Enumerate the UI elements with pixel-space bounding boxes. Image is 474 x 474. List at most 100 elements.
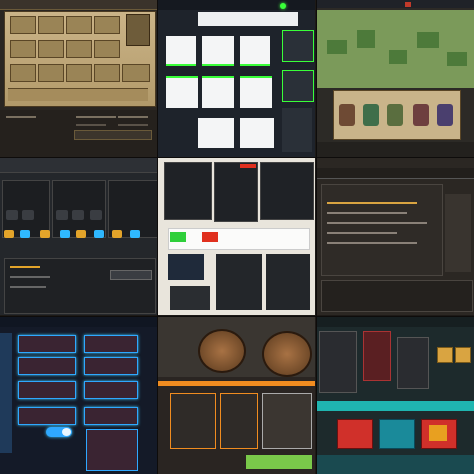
toggle-knob: [62, 428, 71, 436]
bottom-bar: [317, 142, 474, 157]
gold-slot[interactable]: [437, 347, 453, 363]
far-right-panel: [260, 162, 314, 220]
shop-card[interactable]: [337, 419, 373, 449]
shop-panel: [220, 393, 258, 449]
item-slot[interactable]: [66, 40, 92, 58]
gem-icon[interactable]: [130, 230, 140, 238]
character-slot[interactable]: [22, 210, 34, 220]
map-tile-forest: [447, 52, 467, 66]
mini-dark-card: [170, 286, 210, 310]
tile-cookie-shop: [158, 317, 315, 474]
parchment-footer-strip: [8, 88, 148, 101]
item-slot[interactable]: [94, 16, 120, 34]
item-slot[interactable]: [66, 64, 92, 82]
gem-icon[interactable]: [60, 230, 70, 238]
top-bar: [317, 0, 474, 8]
item-slot[interactable]: [94, 40, 120, 58]
character-portrait[interactable]: [413, 104, 429, 126]
status-indicator-icon[interactable]: [280, 3, 286, 9]
blue-table-panel: [168, 254, 204, 280]
tile-parchment-inventory: [0, 0, 157, 157]
item-slot[interactable]: [66, 16, 92, 34]
toggle-off-button[interactable]: [202, 232, 218, 242]
info-card[interactable]: [166, 76, 198, 108]
character-portrait[interactable]: [437, 104, 453, 126]
character-slot[interactable]: [6, 210, 18, 220]
teal-strip: [317, 401, 474, 411]
info-card[interactable]: [202, 36, 234, 66]
character-portrait[interactable]: [339, 104, 355, 126]
status-button[interactable]: [74, 130, 152, 140]
bottom-panel: [86, 429, 138, 471]
info-card[interactable]: [240, 118, 274, 148]
alert-icon[interactable]: [405, 2, 411, 7]
main-panel: [321, 184, 443, 276]
gem-icon[interactable]: [4, 230, 14, 238]
dark-list-panel: [266, 254, 310, 310]
cookie-icon[interactable]: [262, 331, 312, 377]
orange-bar: [158, 381, 315, 386]
left-dark-panel: [164, 162, 212, 220]
divider-vertical: [316, 0, 317, 474]
list-panel: [319, 331, 357, 393]
tile-dual-panels: [158, 158, 315, 315]
character-slot[interactable]: [72, 210, 84, 220]
item-slot-selected[interactable]: [126, 14, 150, 46]
tile-terminal-settings: [317, 158, 474, 315]
info-card[interactable]: [240, 36, 270, 66]
info-card[interactable]: [282, 70, 314, 102]
cookie-icon[interactable]: [198, 329, 246, 373]
shop-card[interactable]: [379, 419, 415, 449]
item-slot[interactable]: [94, 64, 120, 82]
setting-line: [327, 232, 397, 234]
shop-card-emblem: [429, 425, 447, 441]
item-slot[interactable]: [10, 40, 36, 58]
tile-map-roster: [317, 0, 474, 157]
gem-icon[interactable]: [112, 230, 122, 238]
gem-icon[interactable]: [40, 230, 50, 238]
green-highlight[interactable]: [246, 455, 312, 469]
menu-row[interactable]: [18, 335, 76, 353]
red-tab[interactable]: [240, 164, 256, 168]
info-card[interactable]: [240, 76, 272, 108]
character-portrait[interactable]: [363, 104, 379, 126]
menu-row[interactable]: [84, 357, 138, 375]
menu-row[interactable]: [18, 407, 76, 425]
info-card[interactable]: [202, 76, 234, 108]
menu-row[interactable]: [18, 357, 76, 375]
item-slot[interactable]: [10, 64, 36, 82]
left-rail: [0, 333, 12, 453]
right-dark-panel: [214, 162, 258, 222]
info-card[interactable]: [166, 36, 196, 66]
action-button[interactable]: [110, 270, 152, 280]
item-panel: [397, 337, 429, 389]
character-portrait[interactable]: [387, 104, 403, 126]
menu-row[interactable]: [84, 381, 138, 399]
info-card[interactable]: [198, 118, 234, 148]
item-slot[interactable]: [10, 16, 36, 34]
menu-row[interactable]: [84, 335, 138, 353]
gold-slot[interactable]: [455, 347, 471, 363]
toggle-on-button[interactable]: [170, 232, 186, 242]
gem-icon[interactable]: [76, 230, 86, 238]
map-tile-forest: [327, 40, 347, 54]
gem-icon[interactable]: [20, 230, 30, 238]
title-bar: [317, 168, 474, 179]
item-slot[interactable]: [122, 64, 150, 82]
shop-panel: [262, 393, 312, 449]
tile-neon-menu: [0, 317, 157, 474]
item-slot[interactable]: [38, 16, 64, 34]
item-slot[interactable]: [38, 64, 64, 82]
info-card[interactable]: [282, 30, 314, 62]
setting-line: [327, 202, 417, 204]
character-slot[interactable]: [90, 210, 102, 220]
item-slot[interactable]: [38, 40, 64, 58]
status-line: [76, 116, 116, 118]
character-slot[interactable]: [56, 210, 68, 220]
menu-row[interactable]: [18, 381, 76, 399]
menu-row[interactable]: [84, 407, 138, 425]
top-bar: [158, 0, 315, 10]
gem-icon[interactable]: [94, 230, 104, 238]
setting-line: [327, 212, 407, 214]
map-tile-forest: [389, 50, 407, 64]
